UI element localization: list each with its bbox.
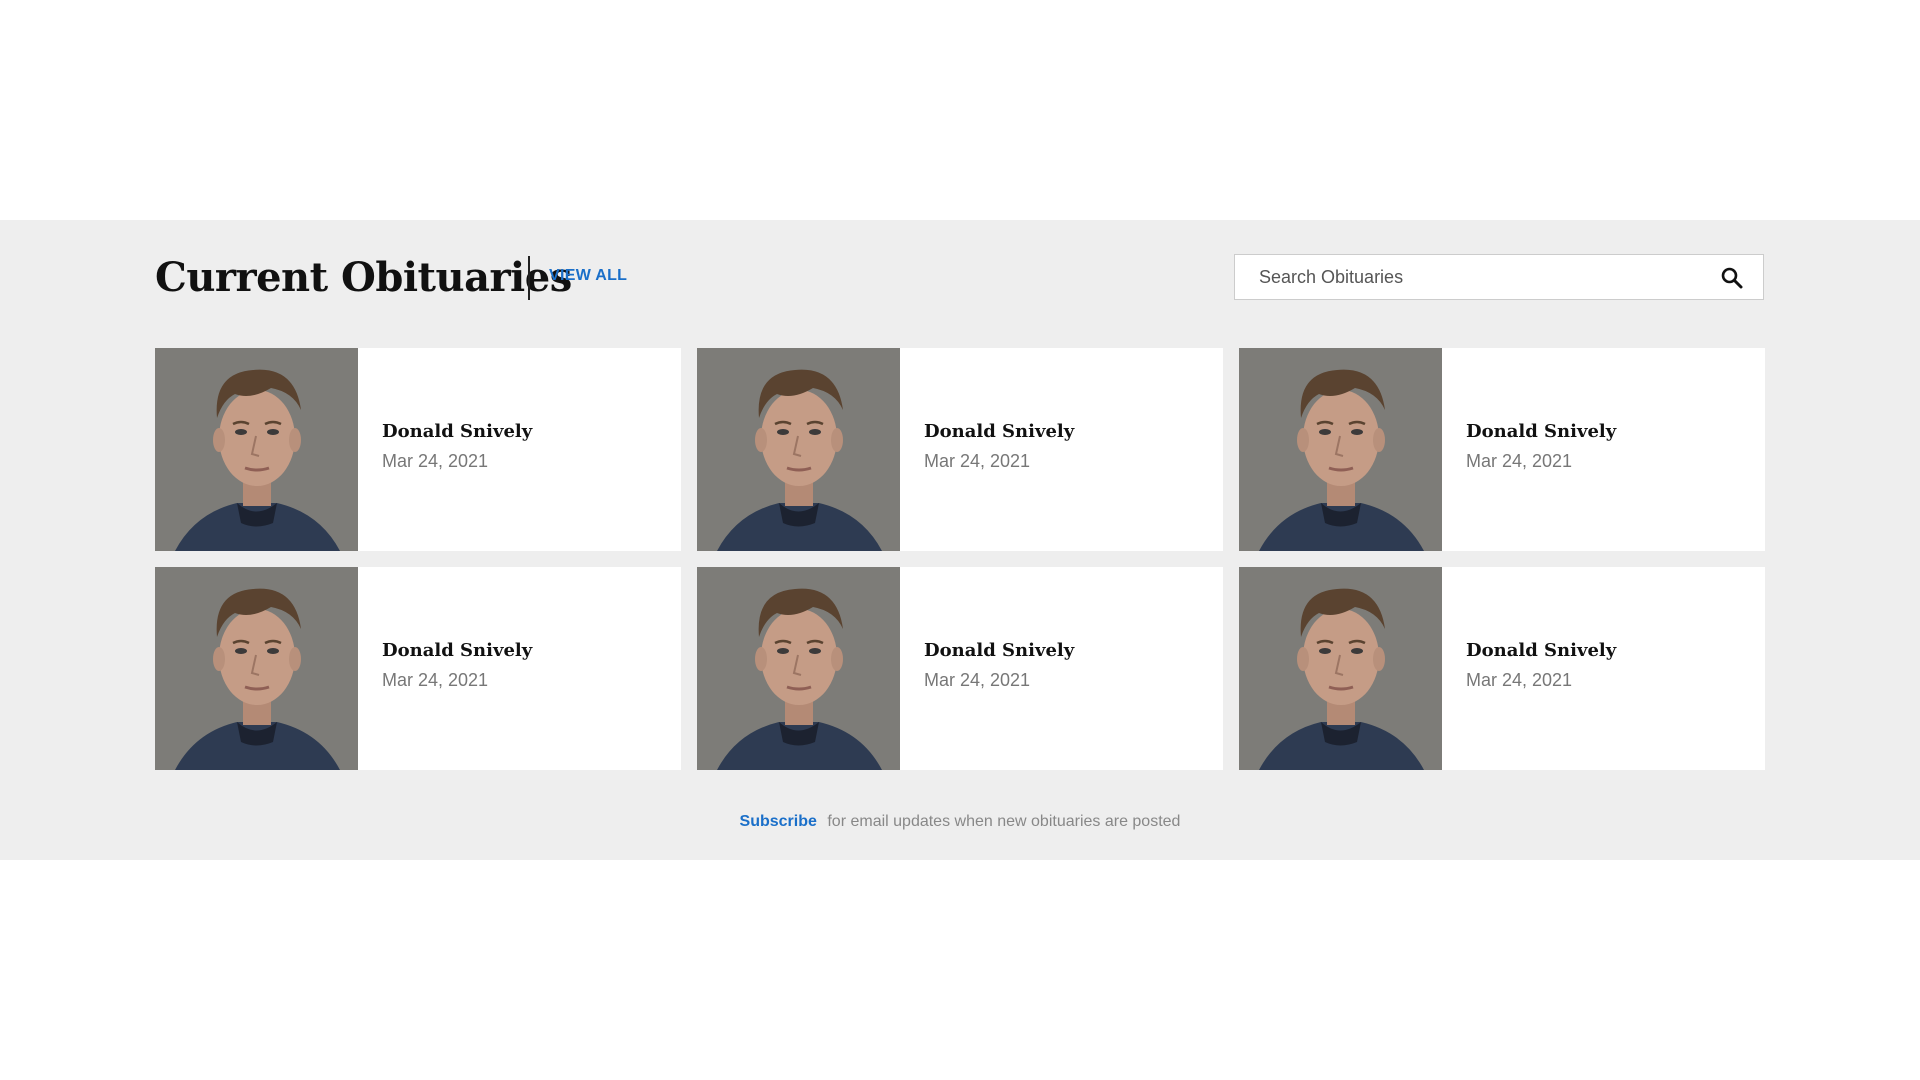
portrait-image: [697, 348, 900, 551]
obituary-photo[interactable]: [1239, 348, 1442, 551]
subscribe-text: for email updates when new obituaries ar…: [827, 813, 1181, 830]
portrait-image: [155, 567, 358, 770]
obituary-name[interactable]: Donald Snively: [382, 421, 532, 442]
obituary-card[interactable]: Donald Snively Mar 24, 2021: [697, 567, 1223, 770]
subscribe-line: Subscribe for email updates when new obi…: [0, 813, 1920, 831]
obituary-name[interactable]: Donald Snively: [924, 421, 1074, 442]
portrait-image: [155, 348, 358, 551]
portrait-image: [1239, 348, 1442, 551]
search-box: [1234, 254, 1764, 300]
search-icon[interactable]: [1719, 265, 1745, 291]
obituary-date: Mar 24, 2021: [1466, 670, 1573, 690]
view-all-link[interactable]: VIEW ALL: [549, 267, 627, 285]
obituary-photo[interactable]: [697, 348, 900, 551]
obituary-date: Mar 24, 2021: [924, 670, 1031, 690]
obituary-card[interactable]: Donald Snively Mar 24, 2021: [155, 567, 681, 770]
obituary-name[interactable]: Donald Snively: [1466, 421, 1616, 442]
obituary-date: Mar 24, 2021: [382, 670, 489, 690]
obituary-photo[interactable]: [155, 348, 358, 551]
obituary-photo[interactable]: [155, 567, 358, 770]
obituary-card[interactable]: Donald Snively Mar 24, 2021: [155, 348, 681, 551]
search-input[interactable]: [1259, 255, 1699, 299]
obituary-card[interactable]: Donald Snively Mar 24, 2021: [1239, 348, 1765, 551]
obituary-card[interactable]: Donald Snively Mar 24, 2021: [697, 348, 1223, 551]
obituary-photo[interactable]: [1239, 567, 1442, 770]
obituary-date: Mar 24, 2021: [382, 451, 489, 471]
obituary-date: Mar 24, 2021: [1466, 451, 1573, 471]
portrait-image: [1239, 567, 1442, 770]
obituary-name[interactable]: Donald Snively: [924, 640, 1074, 661]
page-title: Current Obituaries: [155, 254, 572, 301]
obituary-photo[interactable]: [697, 567, 900, 770]
obituary-name[interactable]: Donald Snively: [1466, 640, 1616, 661]
title-divider: [528, 256, 530, 300]
obituary-card[interactable]: Donald Snively Mar 24, 2021: [1239, 567, 1765, 770]
obituary-name[interactable]: Donald Snively: [382, 640, 532, 661]
subscribe-link[interactable]: Subscribe: [740, 813, 817, 830]
obituary-date: Mar 24, 2021: [924, 451, 1031, 471]
portrait-image: [697, 567, 900, 770]
